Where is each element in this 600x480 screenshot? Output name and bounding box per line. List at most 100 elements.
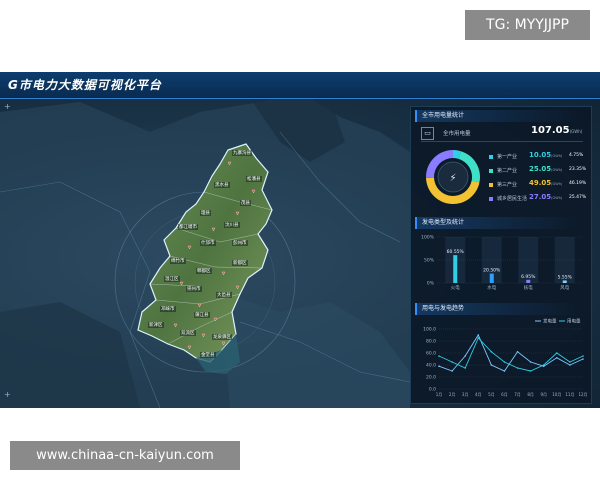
total-consumption-row: ▭ 全市用电量 107.05(GWh) (421, 125, 583, 142)
map-district-label[interactable]: 汶川县 (224, 222, 240, 228)
line-xtick-label: 12月 (578, 392, 587, 397)
map-district-label[interactable]: 温江区 (164, 276, 180, 282)
line-point[interactable] (569, 364, 571, 366)
bar[interactable] (526, 279, 531, 283)
line-point[interactable] (477, 337, 480, 339)
legend-swatch (489, 197, 493, 201)
legend-percent: 25.47% (569, 195, 587, 200)
line-legend-label[interactable]: 发电量 (543, 318, 557, 325)
lightning-icon: ⚡ (449, 173, 456, 184)
map-district-label[interactable]: 茂县 (240, 200, 251, 206)
line-ytick-label: 80.0 (426, 339, 436, 345)
line-ytick-label: 20.0 (426, 375, 436, 381)
bar[interactable] (562, 280, 567, 283)
section-title-trend: 用电与发电趋势 (415, 303, 582, 315)
dashboard-title: G市电力大数据可视化平台 (8, 78, 162, 92)
map-district-label[interactable]: 绵竹市 (170, 258, 186, 264)
line-point[interactable] (490, 364, 493, 366)
section-title-generation: 发电类型及统计 (415, 217, 582, 229)
legend-value: 27.05(GWh) (529, 193, 563, 201)
line-xtick-label: 3月 (462, 392, 469, 397)
bar[interactable] (489, 273, 494, 283)
line-point[interactable] (464, 367, 466, 369)
generation-bar-chart: 100% 50% 0% 60.55% 火电 20.50% 水电 6.95% 核电 5.55% 风电 (421, 235, 583, 291)
line-series[interactable] (438, 337, 584, 372)
map-district-label[interactable]: 邛崃市 (160, 306, 176, 312)
bar-category-label: 核电 (524, 284, 533, 291)
legend-name: 第三产业 (497, 182, 518, 188)
legend-row[interactable]: 城乡居民生活 27.05(GWh) 25.47% (489, 193, 589, 205)
bar[interactable] (453, 255, 458, 283)
map-district-label[interactable]: 彭州市 (232, 240, 248, 246)
line-point[interactable] (477, 334, 480, 336)
line-point[interactable] (438, 355, 440, 357)
map-district-label[interactable]: 黑水县 (214, 182, 230, 188)
legend-swatch (489, 183, 493, 187)
bar-category-label: 火电 (451, 284, 460, 291)
map-district-label[interactable]: 松潘县 (246, 176, 262, 182)
legend-row[interactable]: 第二产业 25.05(GWh) 23.35% (489, 165, 589, 177)
map-district-label[interactable]: 九寨沟县 (232, 150, 252, 156)
line-point[interactable] (516, 351, 519, 353)
line-point[interactable] (542, 364, 545, 366)
map-district-label[interactable]: 新都区 (232, 260, 248, 266)
line-point[interactable] (556, 352, 558, 354)
map-district-label[interactable]: 金堂县 (200, 352, 216, 358)
map-district-label[interactable]: 蒲江县 (194, 312, 210, 318)
map-district-label[interactable]: 大邑县 (216, 292, 232, 298)
line-legend-label[interactable]: 用电量 (567, 318, 581, 325)
corner-plus-icon: + (4, 102, 11, 111)
line-point[interactable] (569, 361, 571, 363)
total-consumption-value: 107.05(GWh) (531, 125, 582, 136)
corner-plus-icon: + (4, 390, 11, 399)
total-consumption-label: 全市用电量 (443, 131, 471, 137)
line-point[interactable] (490, 351, 493, 353)
line-point[interactable] (464, 355, 466, 357)
line-point[interactable] (516, 367, 519, 369)
map-district-label[interactable]: 双流区 (180, 330, 196, 336)
stats-panel: 全市用电量统计 ▭ 全市用电量 107.05(GWh) ⚡ 第一产业 10.05(… (410, 106, 592, 404)
line-point[interactable] (556, 357, 558, 359)
map-district-label[interactable]: 什邡市 (200, 240, 216, 246)
consumption-donut-chart: ⚡ (426, 150, 480, 204)
bar-category-label: 风电 (560, 284, 569, 291)
meter-icon: ▭ (421, 127, 434, 140)
legend-name: 第二产业 (497, 168, 518, 174)
line-xtick-label: 8月 (527, 392, 534, 397)
map-district-label[interactable]: 新津区 (148, 322, 164, 328)
trend-line-chart: 发电量 用电量100.080.060.040.020.00.01月 2月 3月 4月 5月… (423, 318, 587, 398)
line-ytick-label: 100.0 (423, 327, 436, 333)
legend-value: 25.05(GWh) (529, 165, 563, 173)
legend-swatch (489, 169, 493, 173)
line-point[interactable] (503, 361, 506, 363)
bar-ytick-label: 50% (424, 258, 435, 264)
line-point[interactable] (582, 358, 584, 360)
line-xtick-label: 1月 (436, 392, 443, 397)
bar-data-label: 20.50% (483, 268, 501, 274)
total-value-number: 107.05 (531, 125, 570, 136)
line-point[interactable] (582, 355, 584, 357)
line-point[interactable] (529, 361, 532, 363)
map-district-label[interactable]: 龙泉驿区 (212, 334, 232, 340)
legend-swatch (489, 155, 493, 159)
map-district-label[interactable]: 理县 (200, 210, 211, 216)
bar-data-label: 5.55% (558, 274, 573, 280)
map-district-label[interactable]: 都江堰市 (178, 224, 198, 230)
total-value-unit: (GWh) (569, 129, 583, 134)
bar-ytick-label: 0% (427, 281, 435, 287)
line-point[interactable] (438, 365, 440, 367)
legend-name: 城乡居民生活 (497, 196, 528, 202)
line-xtick-label: 11月 (565, 392, 574, 397)
legend-percent: 46.19% (569, 181, 587, 186)
line-point[interactable] (451, 361, 453, 363)
legend-percent: 23.35% (569, 167, 587, 172)
map-district-label[interactable]: 郫都区 (196, 268, 212, 274)
line-point[interactable] (451, 370, 453, 372)
map-district-label[interactable]: 崇州市 (186, 286, 202, 292)
legend-row[interactable]: 第一产业 10.05(GWh) 4.75% (489, 151, 589, 163)
line-point[interactable] (503, 370, 506, 372)
line-xtick-label: 5月 (488, 392, 495, 397)
legend-row[interactable]: 第三产业 49.05(GWh) 46.19% (489, 179, 589, 191)
line-point[interactable] (529, 370, 532, 372)
dashboard-screen: 九寨沟县松潘县黑水县茂县理县汶川县 都江堰市彭州市 什邡市绵竹市 新都区郫都区温江区崇… (0, 72, 600, 408)
